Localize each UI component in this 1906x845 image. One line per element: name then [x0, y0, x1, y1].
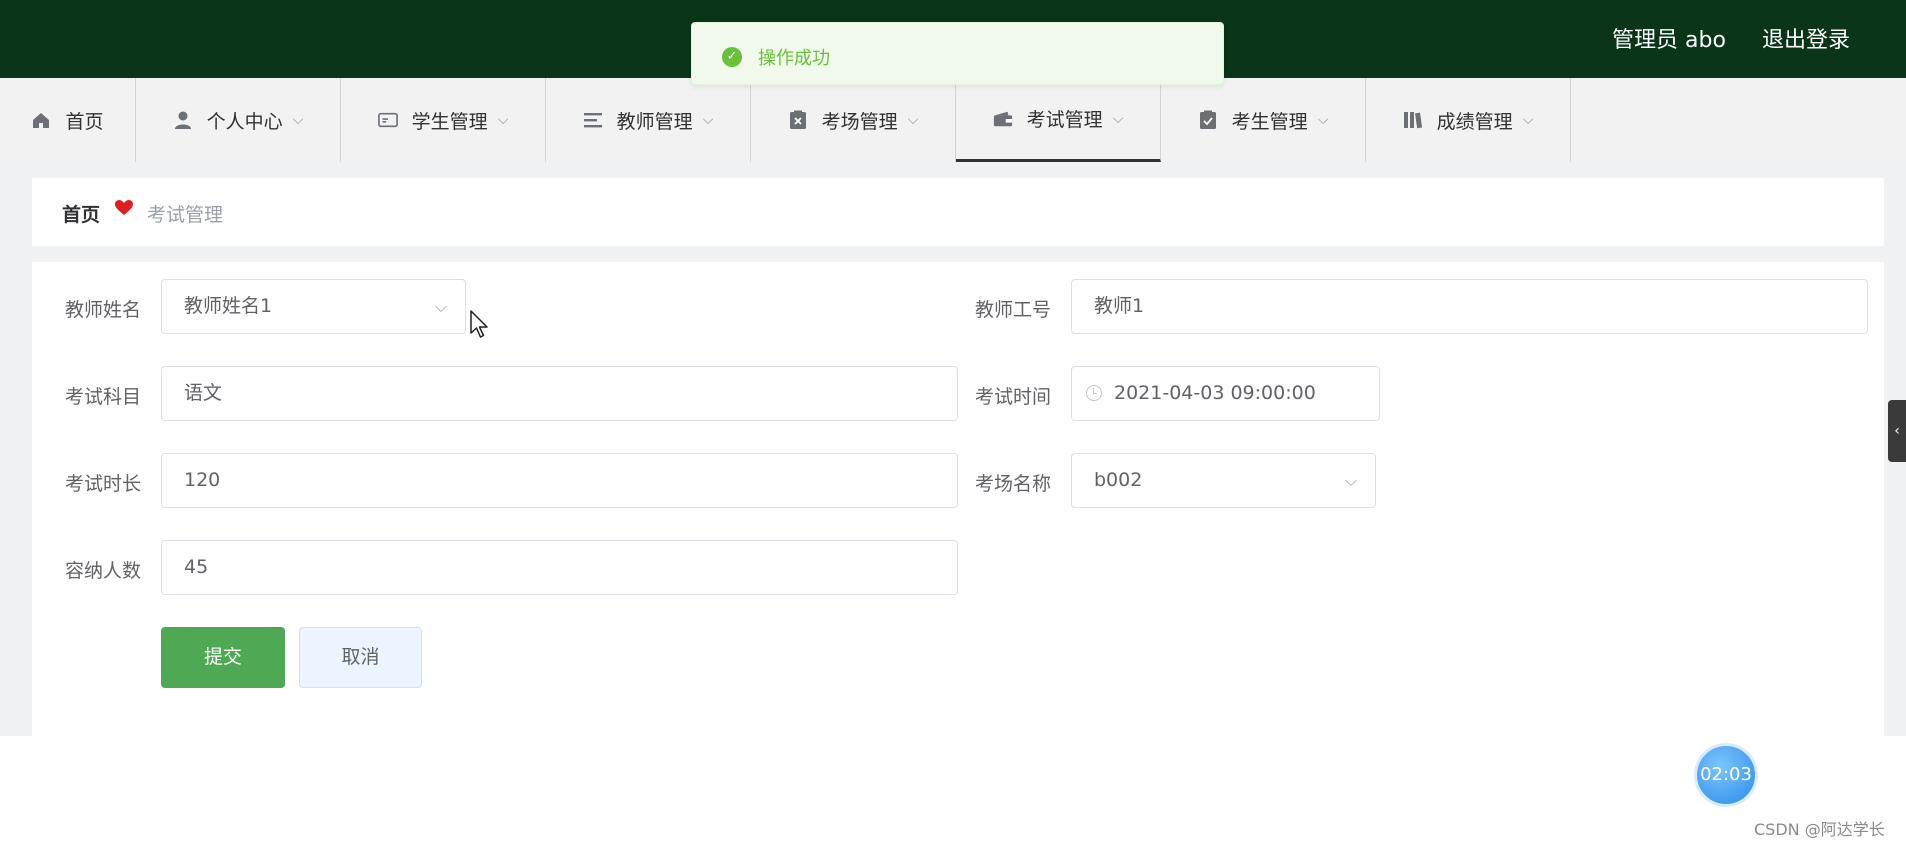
nav-label: 首页 [65, 110, 104, 133]
room-name-select[interactable]: b002 ⌵ [1071, 453, 1376, 508]
capacity-label: 容纳人数 [65, 560, 142, 582]
nav-label: 学生管理 [411, 110, 488, 133]
side-collapse-tab[interactable]: ‹ [1888, 400, 1906, 462]
duration-label: 考试时长 [65, 473, 142, 495]
toast-message: 操作成功 [758, 48, 830, 69]
books-icon [1403, 110, 1423, 130]
chevron-down-icon: ⌵ [907, 112, 919, 128]
chevron-down-icon: ⌵ [497, 112, 509, 128]
chevron-down-icon: ⌵ [702, 112, 714, 128]
room-name-label: 考场名称 [975, 473, 1052, 495]
nav-label: 考场管理 [821, 110, 898, 133]
teacher-id-label: 教师工号 [975, 299, 1052, 321]
submit-button[interactable]: 提交 [161, 627, 285, 688]
user-icon [173, 110, 193, 130]
clipboard-check-icon [1198, 110, 1218, 130]
teacher-id-input[interactable]: 教师1 [1071, 279, 1868, 334]
nav-item-exam-room-mgmt[interactable]: 考场管理 ⌵ [751, 78, 956, 162]
nav-item-personal-center[interactable]: 个人中心 ⌵ [136, 78, 341, 162]
subject-input[interactable]: 语文 [161, 366, 958, 421]
nav-label: 教师管理 [616, 110, 693, 133]
chevron-down-icon: ⌵ [292, 112, 304, 128]
duration-value: 120 [184, 469, 221, 491]
subject-label: 考试科目 [65, 386, 142, 408]
breadcrumb-current: 考试管理 [147, 204, 224, 226]
watermark: CSDN @阿达学长 [1754, 820, 1885, 839]
success-toast: ✓ 操作成功 [691, 22, 1224, 85]
teacher-name-value: 教师姓名1 [184, 295, 273, 317]
nav-item-home[interactable]: 首页 [0, 78, 136, 162]
clock-icon [1086, 385, 1102, 401]
clipboard-x-icon [788, 110, 808, 130]
nav-item-examinee-mgmt[interactable]: 考生管理 ⌵ [1161, 78, 1366, 162]
heart-icon [114, 198, 134, 222]
nav-label: 考生管理 [1231, 110, 1308, 133]
chevron-down-icon: ⌵ [1344, 471, 1357, 490]
id-card-icon [377, 110, 398, 130]
chevron-down-icon: ⌵ [1112, 110, 1124, 127]
home-icon [31, 110, 51, 130]
chevron-down-icon: ⌵ [1317, 112, 1329, 128]
nav-label: 个人中心 [206, 110, 283, 133]
cancel-button[interactable]: 取消 [299, 627, 422, 688]
nav-item-student-mgmt[interactable]: 学生管理 ⌵ [341, 78, 546, 162]
breadcrumb-home[interactable]: 首页 [62, 200, 100, 227]
capacity-value: 45 [184, 556, 209, 578]
nav-label: 成绩管理 [1436, 110, 1513, 133]
check-circle-icon: ✓ [722, 47, 742, 67]
admin-user-label: 管理员 abo [1612, 28, 1726, 53]
teacher-name-label: 教师姓名 [65, 299, 142, 321]
teacher-name-select[interactable]: 教师姓名1 ⌵ [161, 279, 466, 334]
logout-button[interactable]: 退出登录 [1762, 22, 1850, 54]
mouse-cursor-icon [470, 310, 490, 344]
subject-value: 语文 [184, 382, 223, 404]
duration-input[interactable]: 120 [161, 453, 958, 508]
exam-time-value: 2021-04-03 09:00:00 [1114, 382, 1316, 404]
exam-time-label: 考试时间 [975, 386, 1052, 408]
nav-label: 考试管理 [1026, 109, 1103, 131]
nav-item-score-mgmt[interactable]: 成绩管理 ⌵ [1366, 78, 1571, 162]
breadcrumb: 首页 考试管理 [32, 178, 1884, 246]
exam-time-picker[interactable]: 2021-04-03 09:00:00 [1071, 366, 1380, 421]
nav-item-teacher-mgmt[interactable]: 教师管理 ⌵ [546, 78, 751, 162]
teacher-id-value: 教师1 [1094, 295, 1145, 317]
list-icon [583, 110, 603, 130]
room-name-value: b002 [1094, 469, 1143, 491]
chevron-down-icon: ⌵ [1522, 112, 1534, 128]
capacity-input[interactable]: 45 [161, 540, 958, 595]
wallet-icon [993, 109, 1013, 129]
timer-badge: 02:03 [1694, 743, 1758, 807]
nav-item-exam-mgmt[interactable]: 考试管理 ⌵ [956, 78, 1161, 162]
main-nav: 首页 个人中心 ⌵ 学生管理 ⌵ 教师管理 ⌵ 考场管理 ⌵ 考试管理 ⌵ 考生… [0, 78, 1906, 163]
chevron-down-icon: ⌵ [434, 297, 447, 316]
